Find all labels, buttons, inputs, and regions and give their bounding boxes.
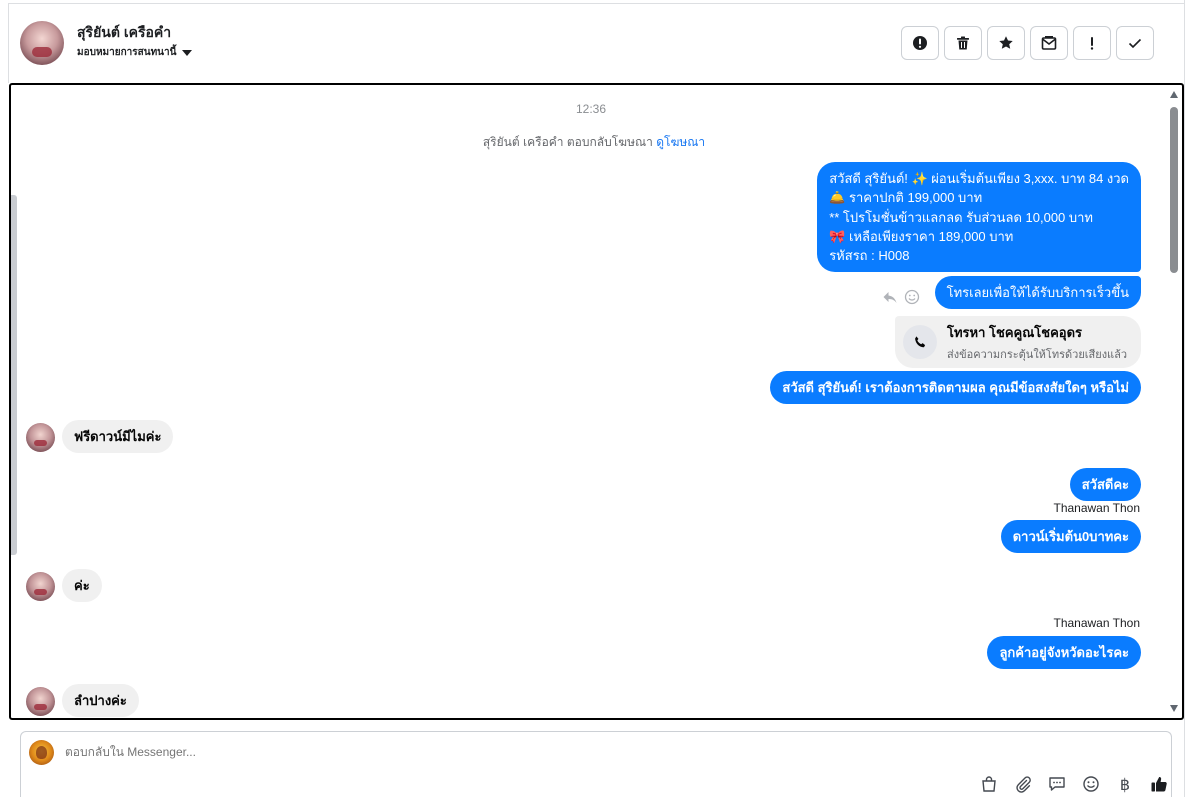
scroll-down-arrow-icon[interactable]	[1170, 705, 1178, 712]
left-scroll-indicator	[11, 195, 17, 555]
call-card-title: โทรหา โชคคูณโชคอุดร	[947, 324, 1083, 340]
customer-message[interactable]: ค่ะ	[62, 569, 102, 603]
contact-name[interactable]: สุริยันต์ เครือคำ	[77, 22, 171, 44]
promo-message[interactable]: สวัสดี สุริยันต์! ✨ ผ่อนเริ่มต้นเพียง 3,…	[817, 162, 1141, 273]
promo-line: 🛎️ ราคาปกติ 199,000 บาท	[829, 190, 983, 206]
conversation-scrollbar[interactable]	[1166, 85, 1182, 718]
promo-line: ** โปรโมชั่นข้าวแลกลด รับส่วนลด 10,000 บ…	[829, 209, 1094, 225]
customer-message[interactable]: ลำปางค่ะ	[62, 684, 139, 718]
conversation-header: สุริยันต์ เครือคำ มอบหมายการสนทนานี้	[0, 0, 1187, 84]
agent-message[interactable]: ดาวน์เริ่มต้น0บาทคะ	[1000, 520, 1141, 554]
mark-unread-icon	[1041, 36, 1057, 50]
assign-conversation-dropdown[interactable]: มอบหมายการสนทนานี้	[77, 45, 193, 60]
call-prompt-message[interactable]: โทรเลยเพื่อให้ได้รับบริการเร็วขึ้น	[934, 276, 1141, 310]
promo-line: 🎀 เหลือเพียงราคา 189,000 บาท	[829, 228, 1014, 244]
follow-up-button[interactable]	[1073, 26, 1111, 60]
promo-line: รหัสรถ : H008	[829, 248, 910, 264]
ad-reply-notice: สุริยันต์ เครือคำ ตอบกลับโฆษณา ดูโฆษณา	[11, 133, 1177, 152]
alert-circle-icon	[913, 36, 927, 50]
mark-spam-button[interactable]	[901, 26, 939, 60]
agent-name: Thanawan Thon	[1053, 616, 1140, 630]
agent-message[interactable]: ลูกค้าอยู่จังหวัดอะไรคะ	[987, 636, 1141, 670]
delete-button[interactable]	[944, 26, 982, 60]
customer-avatar[interactable]	[26, 423, 55, 452]
conversation-panel[interactable]: 12:36 สุริยันต์ เครือคำ ตอบกลับโฆษณา ดูโ…	[9, 83, 1184, 720]
check-icon	[1128, 38, 1142, 49]
scroll-up-arrow-icon[interactable]	[1170, 91, 1178, 98]
customer-message[interactable]: ฟรีดาวน์มีไมค่ะ	[62, 420, 174, 454]
right-border	[1184, 0, 1185, 797]
composer-tools: ฿	[979, 774, 1169, 794]
scroll-thumb[interactable]	[1170, 107, 1178, 273]
trash-icon	[957, 36, 969, 50]
emoji-icon[interactable]	[1081, 774, 1101, 794]
mark-done-button[interactable]	[1116, 26, 1154, 60]
ad-reply-text: สุริยันต์ เครือคำ ตอบกลับโฆษณา	[482, 135, 653, 149]
reply-icon[interactable]	[882, 289, 898, 305]
customer-avatar[interactable]	[26, 572, 55, 601]
call-card-subtitle: ส่งข้อความกระตุ้นให้โทรด้วยเสียงแล้ว	[947, 348, 1128, 361]
customer-avatar[interactable]	[26, 687, 55, 716]
thumbs-up-icon[interactable]	[1149, 774, 1169, 794]
paperclip-icon[interactable]	[1013, 774, 1033, 794]
agent-name: Thanawan Thon	[1053, 501, 1140, 515]
shopping-bag-icon[interactable]	[979, 774, 999, 794]
contact-avatar[interactable]	[20, 21, 64, 65]
star-icon	[999, 36, 1013, 49]
promo-line: สวัสดี สุริยันต์! ✨ ผ่อนเริ่มต้นเพียง 3,…	[829, 171, 1129, 186]
call-card[interactable]: โทรหา โชคคูณโชคอุดร ส่งข้อความกระตุ้นให้…	[895, 316, 1141, 368]
caret-down-icon	[182, 49, 193, 56]
react-emoji-icon[interactable]	[904, 289, 920, 305]
message-composer: ฿	[20, 731, 1172, 797]
page-avatar	[29, 740, 54, 765]
view-ad-link[interactable]: ดูโฆษณา	[656, 135, 705, 149]
call-card-text: โทรหา โชคคูณโชคอุดร ส่งข้อความกระตุ้นให้…	[947, 322, 1127, 363]
exclamation-icon	[1090, 37, 1094, 50]
phone-icon	[903, 325, 937, 359]
saved-reply-icon[interactable]	[1047, 774, 1067, 794]
message-hover-actions	[882, 289, 920, 305]
baht-icon[interactable]: ฿	[1115, 774, 1135, 794]
mark-unread-button[interactable]	[1030, 26, 1068, 60]
message-timestamp: 12:36	[575, 102, 607, 116]
star-button[interactable]	[987, 26, 1025, 60]
header-actions	[901, 26, 1154, 60]
agent-message[interactable]: สวัสดีคะ	[1069, 468, 1141, 502]
reply-input[interactable]	[65, 745, 965, 759]
assign-label: มอบหมายการสนทนานี้	[77, 47, 177, 58]
followup-message[interactable]: สวัสดี สุริยันต์! เราต้องการติดตามผล คุณ…	[770, 371, 1141, 405]
